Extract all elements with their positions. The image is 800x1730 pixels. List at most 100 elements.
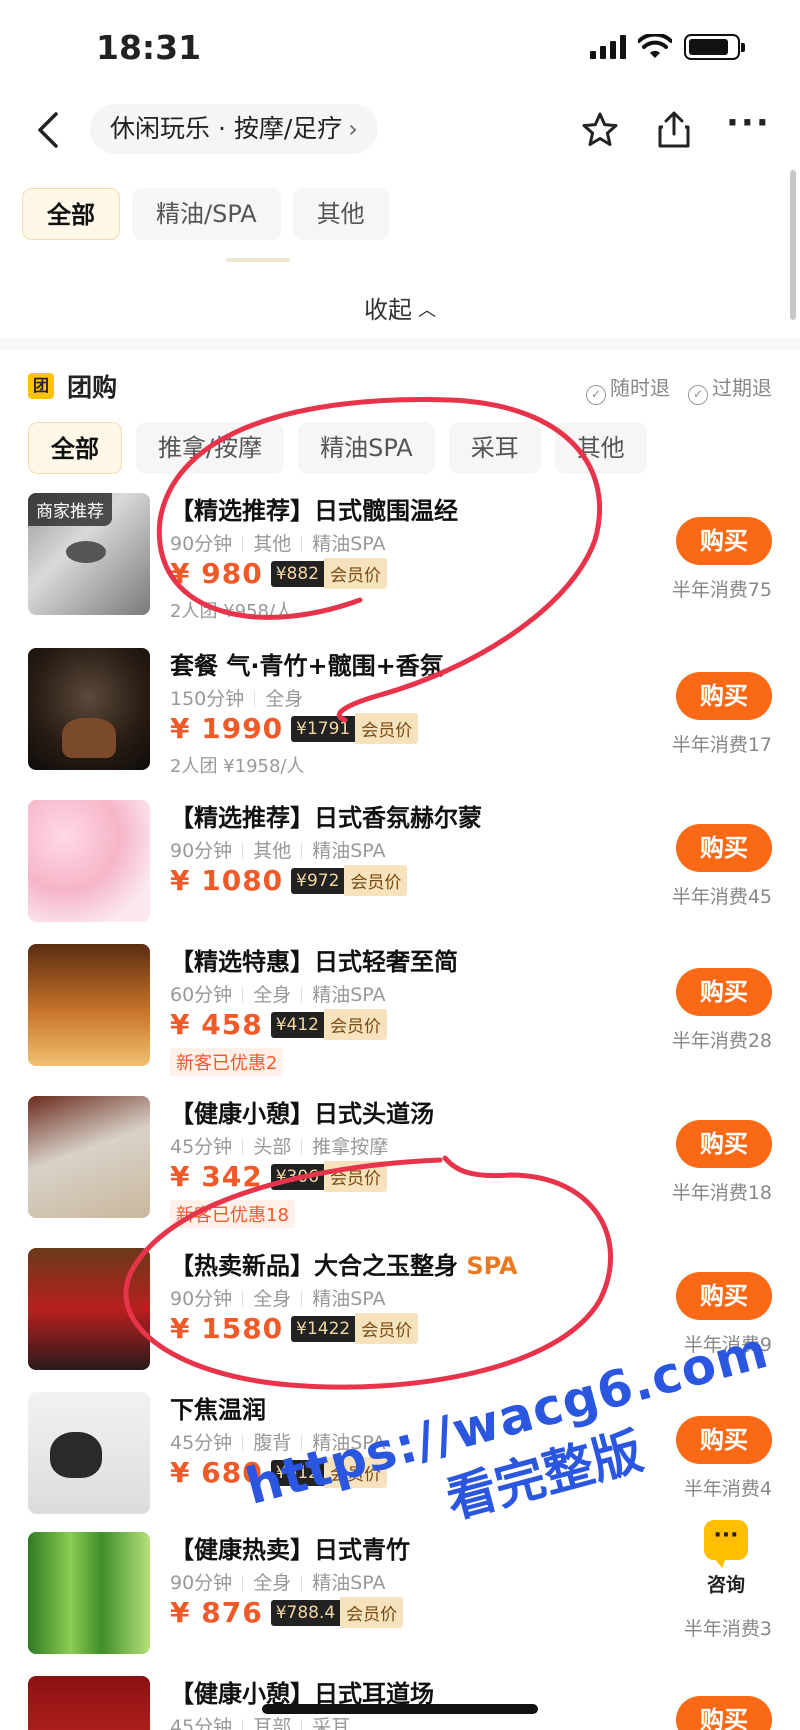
price-row: ¥ 342 ¥306 会员价 (170, 1160, 387, 1193)
deal-thumbnail[interactable]: 商家推荐 (28, 493, 150, 615)
deal-thumbnail[interactable] (28, 1532, 150, 1654)
deal-price: ¥ 1580 (170, 1312, 284, 1345)
sales-count: 半年消费3 (683, 1618, 772, 1640)
deal-thumbnail[interactable] (28, 1676, 150, 1730)
filter-tab-other[interactable]: 其他 (554, 422, 647, 474)
buy-button[interactable]: 购买 (676, 1696, 772, 1730)
category-tab-other[interactable]: 其他 (292, 188, 389, 240)
filter-tabs: 全部 推拿/按摩 精油SPA 采耳 其他 (28, 422, 647, 474)
sales-count: 半年消费9 (683, 1334, 772, 1356)
deal-price: ¥ 1990 (170, 712, 284, 745)
new-customer-discount: 新客已优惠2 (170, 1048, 284, 1076)
member-price-label: 会员价 (323, 1161, 387, 1192)
filter-tab-all[interactable]: 全部 (28, 422, 122, 474)
status-time: 18:31 (96, 28, 202, 67)
deal-meta: 45分钟 腹背 精油SPA (170, 1432, 386, 1454)
wifi-icon (638, 34, 672, 58)
home-indicator[interactable] (262, 1704, 538, 1714)
deal-thumbnail[interactable] (28, 1096, 150, 1218)
deal-meta: 45分钟 耳部 采耳 (170, 1712, 350, 1730)
share-icon[interactable] (654, 110, 694, 150)
consult-button[interactable]: ··· 咨询 (688, 1520, 764, 1597)
deal-title: 下焦温润 (170, 1396, 266, 1424)
deal-price: ¥ 342 (170, 1160, 263, 1193)
merchant-recommend-tag: 商家推荐 (28, 493, 112, 526)
member-price: ¥882 (270, 560, 324, 587)
price-row: ¥ 980 ¥882 会员价 (170, 557, 387, 590)
chevron-right-icon: › (348, 115, 358, 143)
member-price-label: 会员价 (340, 1597, 404, 1628)
breadcrumb[interactable]: 休闲玩乐 · 按摩/足疗 › (90, 104, 378, 154)
deal-thumbnail[interactable] (28, 1248, 150, 1370)
category-tabs: 全部 精油/SPA 其他 (22, 188, 389, 240)
filter-tab-massage[interactable]: 推拿/按摩 (136, 422, 285, 474)
category-tab-spa[interactable]: 精油/SPA (132, 188, 281, 240)
chevron-up-icon: ︿ (418, 300, 436, 321)
section-divider (0, 338, 800, 350)
buy-button[interactable]: 购买 (676, 672, 772, 720)
member-price-label: 会员价 (323, 558, 387, 589)
deal-title: 【精选特惠】日式轻奢至简 (170, 948, 458, 976)
status-icons (590, 34, 745, 60)
buy-button[interactable]: 购买 (676, 1120, 772, 1168)
member-price-label: 会员价 (323, 1009, 387, 1040)
member-price-label: 会员价 (355, 1313, 419, 1344)
breadcrumb-label: 休闲玩乐 · 按摩/足疗 (110, 114, 343, 143)
battery-icon (684, 34, 745, 60)
sales-count: 半年消费18 (671, 1182, 772, 1204)
signal-icon (590, 35, 626, 59)
consult-label: 咨询 (706, 1574, 745, 1596)
check-circle-icon: ✓ (586, 385, 606, 405)
deal-title: 【热卖新品】大合之玉整身 SPA (170, 1252, 518, 1280)
star-icon[interactable] (580, 110, 620, 150)
deal-meta: 60分钟 全身 精油SPA (170, 984, 386, 1006)
status-bar: 18:31 (0, 0, 800, 96)
category-tab-all[interactable]: 全部 (22, 188, 120, 240)
scrollbar[interactable] (790, 170, 796, 320)
filter-tab-ear[interactable]: 采耳 (448, 422, 541, 474)
collapse-label: 收起 (364, 296, 412, 324)
buy-button[interactable]: 购买 (676, 824, 772, 872)
deal-thumbnail[interactable] (28, 800, 150, 922)
price-row: ¥ 1580 ¥1422 会员价 (170, 1312, 419, 1345)
price-row: ¥ 680 ¥612 会员价 (170, 1456, 387, 1489)
collapse-button[interactable]: 收起 ︿ (0, 290, 800, 325)
deal-title: 【精选推荐】日式香氛赫尔蒙 (170, 804, 482, 832)
buy-button[interactable]: 购买 (676, 1272, 772, 1320)
deal-title: 【健康热卖】日式青竹 (170, 1536, 410, 1564)
deal-meta: 90分钟 全身 精油SPA (170, 1572, 386, 1594)
member-price: ¥1791 (291, 715, 356, 742)
guarantee-expiry-refund: ✓ 过期退 (688, 372, 772, 405)
buy-button[interactable]: 购买 (676, 517, 772, 565)
deal-title: 套餐 气·青竹+髋围+香氛 (170, 652, 444, 680)
member-price-label: 会员价 (323, 1457, 387, 1488)
member-price: ¥612 (270, 1459, 324, 1486)
group-buy-header: 团 团购 ✓ 随时退 ✓ 过期退 (28, 368, 772, 408)
buy-button[interactable]: 购买 (676, 968, 772, 1016)
filter-tab-spa[interactable]: 精油SPA (298, 422, 435, 474)
check-circle-icon: ✓ (688, 385, 708, 405)
group-buy-badge: 团 (28, 373, 54, 399)
deal-meta: 150分钟 全身 (170, 688, 304, 710)
more-icon[interactable]: ··· (726, 106, 769, 150)
deal-title-highlight: SPA (466, 1252, 518, 1280)
new-customer-discount: 新客已优惠18 (170, 1200, 295, 1228)
deal-thumbnail[interactable] (28, 648, 150, 770)
member-price: ¥1422 (291, 1315, 356, 1342)
guarantee-anytime-refund: ✓ 随时退 (586, 372, 670, 405)
deal-thumbnail[interactable] (28, 944, 150, 1066)
back-icon[interactable] (30, 108, 70, 152)
deal-meta: 90分钟 全身 精油SPA (170, 1288, 386, 1310)
deal-price: ¥ 1080 (170, 864, 284, 897)
buy-button[interactable]: 购买 (676, 1416, 772, 1464)
member-price-label: 会员价 (344, 865, 408, 896)
price-row: ¥ 1990 ¥1791 会员价 (170, 712, 419, 745)
member-price-label: 会员价 (355, 713, 419, 744)
deal-thumbnail[interactable] (28, 1392, 150, 1514)
nav-bar: 休闲玩乐 · 按摩/足疗 › ··· (0, 96, 800, 166)
sales-count: 半年消费28 (671, 1030, 772, 1052)
member-price: ¥788.4 (270, 1599, 341, 1626)
tab-indicator (226, 258, 290, 262)
sales-count: 半年消费17 (671, 734, 772, 756)
sales-count: 半年消费45 (671, 886, 772, 908)
